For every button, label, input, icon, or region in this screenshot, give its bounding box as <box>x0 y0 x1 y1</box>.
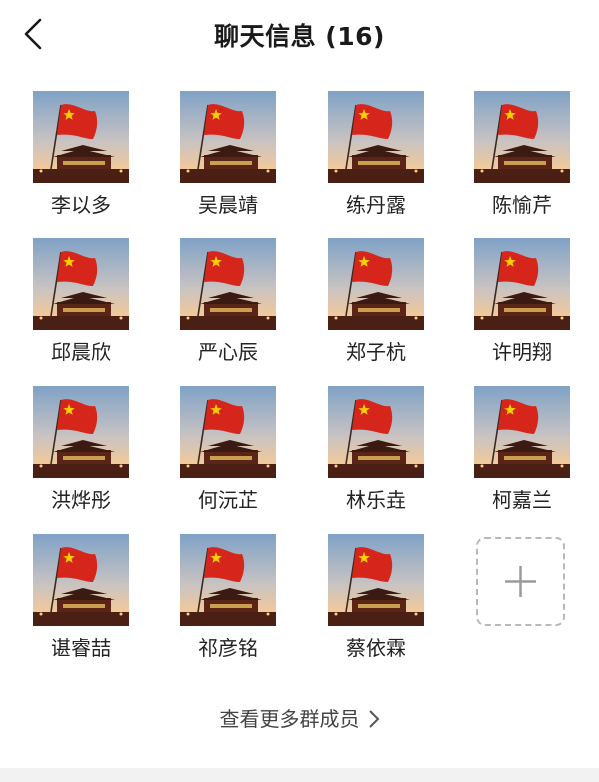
avatar-image <box>474 91 570 183</box>
member-item[interactable]: 谌睿喆 <box>31 534 131 661</box>
avatar-image <box>474 386 570 478</box>
avatar <box>33 386 129 478</box>
avatar <box>33 91 129 183</box>
avatar <box>328 91 424 183</box>
member-item[interactable]: 严心辰 <box>178 238 278 365</box>
avatar <box>33 534 129 626</box>
avatar-image <box>180 238 276 330</box>
member-name: 何沅芷 <box>198 488 258 512</box>
member-name: 林乐垚 <box>346 488 406 512</box>
member-item[interactable]: 陈愉芹 <box>472 91 572 218</box>
avatar-image <box>33 91 129 183</box>
member-item[interactable]: 练丹露 <box>326 91 426 218</box>
avatar <box>474 238 570 330</box>
avatar <box>328 238 424 330</box>
avatar <box>180 386 276 478</box>
avatar-image <box>33 238 129 330</box>
member-name: 柯嘉兰 <box>492 488 552 512</box>
avatar <box>33 238 129 330</box>
view-more-label: 查看更多群成员 <box>219 707 360 731</box>
member-name: 练丹露 <box>346 193 406 217</box>
avatar-image <box>33 534 129 626</box>
member-item[interactable]: 蔡依霖 <box>326 534 426 661</box>
avatar-image <box>180 91 276 183</box>
avatar <box>474 386 570 478</box>
avatar-image <box>474 238 570 330</box>
member-name: 谌睿喆 <box>51 636 111 660</box>
header: 聊天信息 (16) <box>0 0 599 72</box>
member-item[interactable]: 许明翔 <box>472 238 572 365</box>
avatar <box>474 91 570 183</box>
bottom-bar <box>0 768 599 782</box>
member-name: 郑子杭 <box>346 340 406 364</box>
view-more-members-link[interactable]: 查看更多群成员 <box>0 703 599 734</box>
member-name: 邱晨欣 <box>51 340 111 364</box>
avatar <box>180 534 276 626</box>
member-item[interactable]: 李以多 <box>31 91 131 218</box>
avatar-image <box>180 534 276 626</box>
member-name: 吴晨靖 <box>198 193 258 217</box>
page-title: 聊天信息 (16) <box>214 22 385 51</box>
member-name: 祁彦铭 <box>198 636 258 660</box>
avatar-image <box>33 386 129 478</box>
avatar <box>328 534 424 626</box>
member-name: 李以多 <box>51 193 111 217</box>
member-item[interactable]: 吴晨靖 <box>178 91 278 218</box>
member-item[interactable]: 邱晨欣 <box>31 238 131 365</box>
member-name: 陈愉芹 <box>492 193 552 217</box>
member-item[interactable]: 洪烨彤 <box>31 386 131 513</box>
avatar-image <box>328 91 424 183</box>
avatar-image <box>328 534 424 626</box>
member-item[interactable]: 何沅芷 <box>178 386 278 513</box>
avatar <box>180 91 276 183</box>
add-member-button[interactable] <box>476 537 565 626</box>
member-name: 洪烨彤 <box>51 488 111 512</box>
avatar-image <box>328 238 424 330</box>
member-name: 许明翔 <box>492 340 552 364</box>
avatar-image <box>180 386 276 478</box>
member-item[interactable]: 林乐垚 <box>326 386 426 513</box>
member-name: 蔡依霖 <box>346 636 406 660</box>
avatar <box>180 238 276 330</box>
avatar <box>328 386 424 478</box>
plus-icon <box>505 566 536 597</box>
member-item[interactable]: 柯嘉兰 <box>472 386 572 513</box>
member-name: 严心辰 <box>198 340 258 364</box>
chevron-right-icon <box>368 709 380 734</box>
avatar-image <box>328 386 424 478</box>
member-item[interactable]: 祁彦铭 <box>178 534 278 661</box>
member-item[interactable]: 郑子杭 <box>326 238 426 365</box>
